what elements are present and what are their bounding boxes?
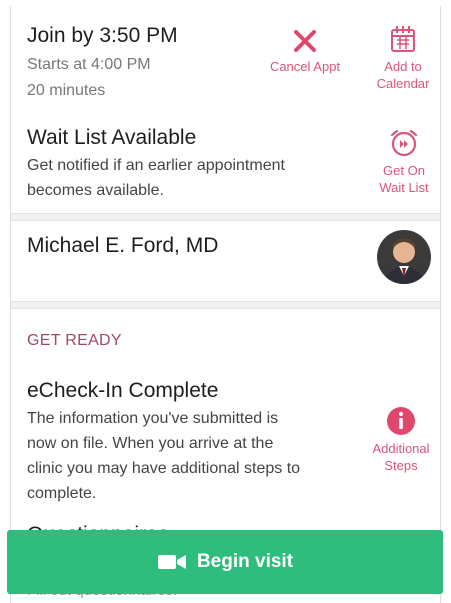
- wait-list-description-line1: Get notified if an earlier appointment: [27, 157, 285, 174]
- join-by-time: Join by 3:50 PM: [27, 24, 178, 47]
- wait-list-title: Wait List Available: [27, 126, 197, 149]
- start-time: Starts at 4:00 PM: [27, 56, 151, 73]
- echeckin-description-line1: The information you've submitted is: [27, 410, 279, 427]
- duration: 20 minutes: [27, 82, 106, 99]
- appointment-details-screen: Join by 3:50 PM Starts at 4:00 PM 20 min…: [10, 6, 441, 603]
- add-to-calendar-label-line1: Add to: [384, 59, 422, 74]
- section-divider: [11, 301, 440, 309]
- begin-visit-button[interactable]: Begin visit: [7, 530, 443, 594]
- get-on-wait-list-label-line1: Get On: [383, 163, 425, 178]
- additional-steps-label-line1: Additional: [372, 441, 430, 456]
- provider-photo: [377, 230, 431, 284]
- cancel-appointment-label: Cancel Appt: [269, 59, 341, 74]
- section-divider: [11, 213, 440, 221]
- additional-steps-button[interactable]: Additional Steps: [361, 406, 440, 474]
- wait-list-description-line2: becomes available.: [27, 182, 164, 199]
- get-ready-heading: GET READY: [27, 332, 122, 349]
- echeckin-description-line3: clinic you may have additional steps to: [27, 460, 301, 477]
- begin-visit-label: Begin visit: [196, 551, 294, 572]
- get-on-wait-list-label-line2: Wait List: [379, 180, 429, 195]
- cancel-appointment-button[interactable]: Cancel Appt: [257, 28, 353, 75]
- alarm-clock-icon: [390, 129, 418, 157]
- calendar-icon: [391, 26, 415, 52]
- provider-name: Michael E. Ford, MD: [27, 234, 219, 257]
- add-to-calendar-button[interactable]: Add to Calendar: [365, 24, 440, 92]
- provider-avatar[interactable]: [377, 230, 431, 284]
- additional-steps-label-line2: Steps: [384, 458, 418, 473]
- add-to-calendar-label-line2: Calendar: [376, 76, 430, 91]
- info-icon: [387, 407, 415, 435]
- get-on-wait-list-button[interactable]: Get On Wait List: [369, 128, 439, 196]
- close-icon: [294, 30, 316, 52]
- video-camera-icon: [157, 555, 186, 569]
- echeckin-description-line2: now on file. When you arrive at the: [27, 435, 274, 452]
- echeckin-title: eCheck-In Complete: [27, 379, 219, 402]
- echeckin-description-line4: complete.: [27, 485, 97, 502]
